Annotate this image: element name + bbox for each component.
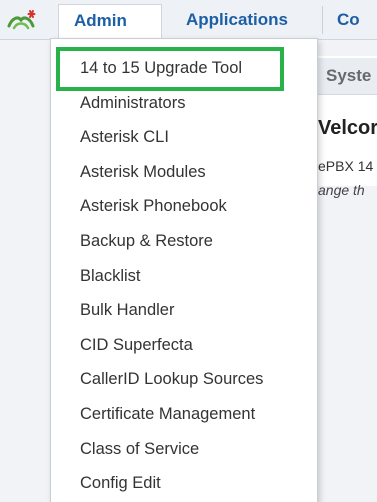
- admin-menu-list: 14 to 15 Upgrade Tool Administrators Ast…: [51, 51, 317, 501]
- change-hint-text: ange th: [318, 182, 365, 198]
- menu-item-class-of-service[interactable]: Class of Service: [51, 432, 317, 467]
- nav-connectivity-tab[interactable]: Co: [337, 4, 377, 36]
- menu-item-asterisk-modules[interactable]: Asterisk Modules: [51, 155, 317, 190]
- menu-item-administrators[interactable]: Administrators: [51, 86, 317, 121]
- admin-dropdown-menu: 14 to 15 Upgrade Tool Administrators Ast…: [50, 38, 318, 502]
- menu-item-asterisk-cli[interactable]: Asterisk CLI: [51, 120, 317, 155]
- menu-item-certificate-management[interactable]: Certificate Management: [51, 397, 317, 432]
- system-panel-tab-label: Syste: [326, 66, 372, 85]
- pbx-version-text: ePBX 14: [318, 158, 374, 174]
- menu-item-callerid-lookup-sources[interactable]: CallerID Lookup Sources: [51, 362, 317, 397]
- menu-item-asterisk-phonebook[interactable]: Asterisk Phonebook: [51, 189, 317, 224]
- nav-separator: [322, 6, 323, 34]
- menu-item-config-edit[interactable]: Config Edit: [51, 466, 317, 501]
- freepbx-logo-icon[interactable]: [6, 8, 36, 34]
- top-navbar: Admin Applications Co: [0, 0, 377, 41]
- welcome-heading: Velcor: [318, 117, 377, 139]
- nav-admin-tab[interactable]: Admin: [58, 4, 162, 41]
- menu-item-upgrade-tool[interactable]: 14 to 15 Upgrade Tool: [51, 51, 317, 86]
- menu-item-blacklist[interactable]: Blacklist: [51, 259, 317, 294]
- nav-applications-tab[interactable]: Applications: [186, 4, 288, 36]
- menu-item-bulk-handler[interactable]: Bulk Handler: [51, 293, 317, 328]
- menu-item-backup-restore[interactable]: Backup & Restore: [51, 224, 317, 259]
- menu-item-cid-superfecta[interactable]: CID Superfecta: [51, 328, 317, 363]
